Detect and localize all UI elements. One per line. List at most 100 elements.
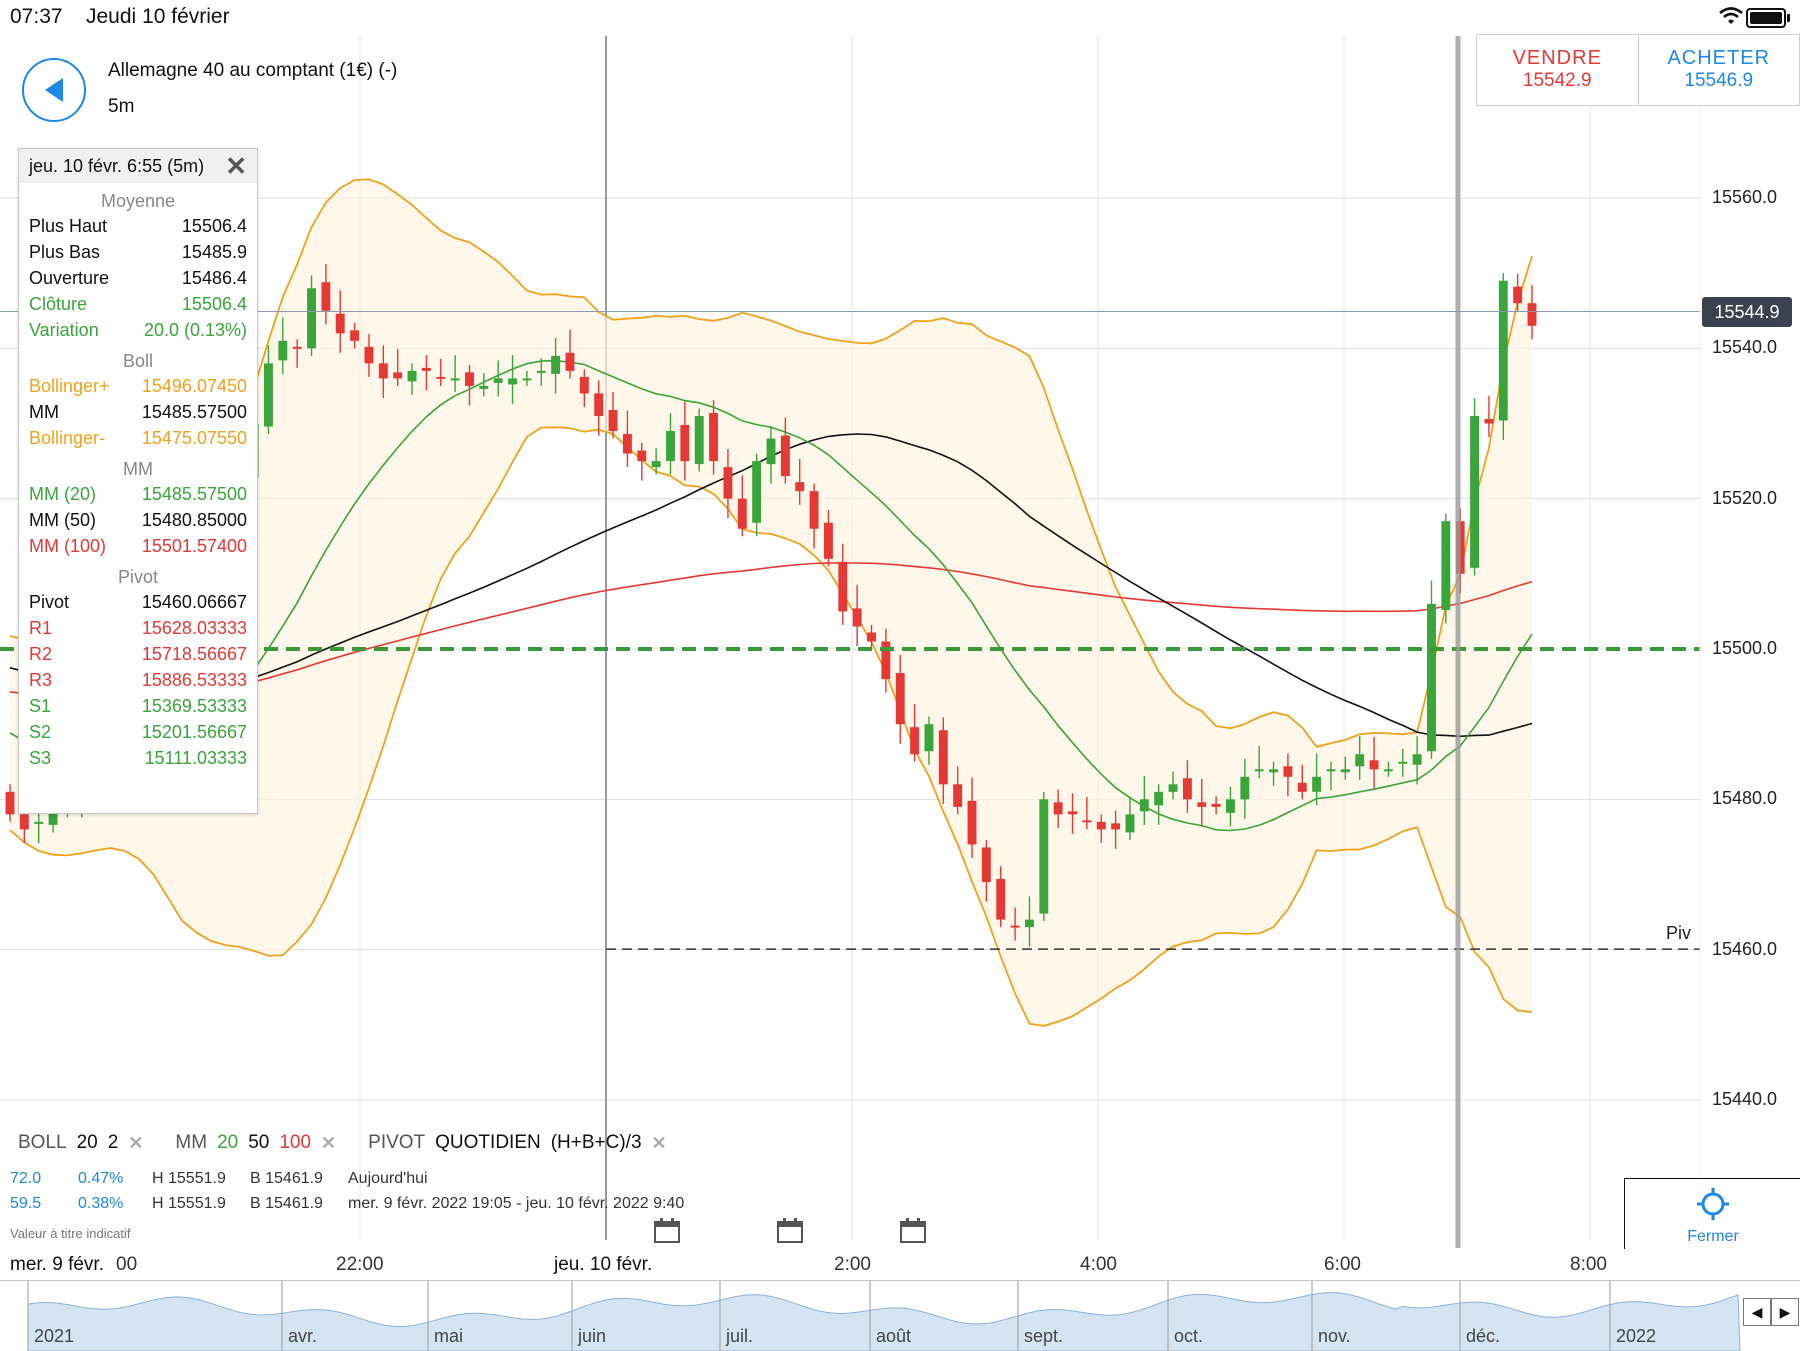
candle-body: [407, 370, 417, 382]
close-label: Fermer: [1687, 1228, 1739, 1245]
candle-body: [651, 461, 661, 468]
stat-high: H 15551.9: [152, 1195, 226, 1212]
candle-body: [1139, 799, 1149, 812]
row-value: 15201.56667: [141, 722, 247, 742]
row-label: Plus Haut: [29, 216, 108, 236]
row-label: Plus Bas: [29, 242, 101, 262]
time-label: 2:00: [834, 1254, 871, 1275]
candle-body: [465, 372, 474, 386]
candle-body: [1312, 776, 1322, 792]
candle-body: [1412, 754, 1422, 765]
tooltip-row: Plus Bas 15485.9: [19, 239, 257, 265]
timeframe-label[interactable]: 5m: [108, 96, 134, 118]
candle-body: [1197, 802, 1207, 807]
candle-body: [1154, 791, 1164, 806]
back-button[interactable]: [22, 58, 86, 122]
candle-body: [508, 378, 517, 385]
candle-body: [938, 730, 948, 785]
candle-body: [436, 376, 446, 379]
close-icon[interactable]: ✕: [225, 153, 247, 179]
navigator-month-label: 2022: [1616, 1326, 1657, 1346]
navigator-next-button[interactable]: ▶: [1771, 1298, 1799, 1326]
candle-body: [1240, 776, 1250, 800]
navigator-prev-button[interactable]: ◀: [1743, 1298, 1771, 1326]
candle-body: [1125, 814, 1135, 833]
row-value: 15485.57500: [141, 402, 247, 422]
candle-body: [493, 378, 503, 383]
tooltip-row: MM 15485.57500: [19, 399, 257, 425]
row-value: 20.0 (0.13%): [143, 320, 247, 340]
candle-body: [953, 784, 963, 807]
mm-name[interactable]: MM: [175, 1132, 207, 1154]
remove-pivot-icon[interactable]: ✕: [652, 1133, 667, 1154]
candle-body: [1383, 769, 1393, 772]
pivot-name[interactable]: PIVOT: [368, 1132, 425, 1154]
row-value: 15460.06667: [141, 592, 247, 612]
tooltip-row: Plus Haut 15506.4: [19, 213, 257, 239]
candle-body: [981, 847, 991, 883]
tooltip-header: jeu. 10 févr. 6:55 (5m) ✕: [19, 149, 257, 183]
row-value: 15485.57500: [141, 484, 247, 504]
candle-body: [967, 800, 977, 845]
disclaimer: Valeur à titre indicatif: [10, 1226, 131, 1241]
row-label: Pivot: [29, 592, 70, 612]
row-label: MM (50): [29, 510, 96, 530]
candle-body: [838, 561, 848, 612]
candle-body: [1340, 769, 1350, 773]
navigator-month-label: juin: [578, 1326, 607, 1346]
candle-body: [1470, 415, 1480, 568]
boll-name[interactable]: BOLL: [18, 1132, 67, 1154]
candle-body: [895, 673, 905, 725]
tooltip-row: MM (100) 15501.57400: [19, 533, 257, 559]
calendar-icon[interactable]: [654, 1217, 680, 1243]
instrument-title: Allemagne 40 au comptant (1€) (-): [108, 60, 398, 81]
row-value: 15111.03333: [144, 748, 247, 768]
price-chart[interactable]: [0, 0, 1800, 1280]
candle-body: [350, 330, 360, 341]
tooltip-row: S2 15201.56667: [19, 719, 257, 745]
trade-box: VENDRE 15542.9 ACHETER 15546.9: [1476, 34, 1800, 106]
calendar-icon[interactable]: [900, 1217, 926, 1243]
remove-boll-icon[interactable]: ✕: [128, 1133, 143, 1154]
price-axis-label: 15460.0: [1712, 938, 1778, 959]
stats-row-today: 72.0 0.47% H 15551.9 B 15461.9 Aujourd'h…: [10, 1170, 428, 1188]
close-crosshair-button[interactable]: Fermer: [1624, 1178, 1800, 1249]
candle-body: [1269, 769, 1278, 773]
calendar-icon[interactable]: [777, 1217, 803, 1243]
candle-body: [292, 346, 302, 349]
candle-body: [723, 467, 733, 499]
stat-low: B 15461.9: [250, 1170, 323, 1187]
section-moyenne: Moyenne: [100, 191, 176, 211]
row-value: 15501.57400: [141, 536, 247, 556]
mm-20: 20: [217, 1132, 239, 1153]
candle-body: [608, 409, 618, 432]
candle-body: [34, 821, 44, 824]
stats-row-range: 59.5 0.38% H 15551.9 B 15461.9 mer. 9 fé…: [10, 1195, 684, 1213]
price-axis-label: 15480.0: [1712, 788, 1778, 809]
buy-button[interactable]: ACHETER 15546.9: [1637, 35, 1800, 105]
candle-body: [852, 608, 862, 627]
row-label: Clôture: [29, 294, 88, 314]
stat-period: Aujourd'hui: [348, 1170, 428, 1187]
candle-body: [1182, 778, 1192, 800]
navigator-month-label: sept.: [1024, 1326, 1064, 1346]
candle-body: [1513, 286, 1523, 304]
candle-body: [278, 340, 288, 361]
section-mm: MM: [123, 459, 153, 479]
row-value: 15496.07450: [141, 376, 247, 396]
tooltip-row: Pivot 15460.06667: [19, 589, 257, 615]
sell-label: VENDRE: [1512, 47, 1602, 69]
tooltip-row: MM (50) 15480.85000: [19, 507, 257, 533]
tooltip-row: R3 15886.53333: [19, 667, 257, 693]
remove-mm-icon[interactable]: ✕: [321, 1133, 336, 1154]
tooltip-row: R2 15718.56667: [19, 641, 257, 667]
candle-body: [364, 346, 374, 364]
stat-points: 59.5: [10, 1195, 42, 1212]
row-label: R2: [29, 644, 53, 664]
row-value: 15485.9: [181, 242, 247, 262]
stat-high: H 15551.9: [152, 1170, 226, 1187]
candle-body: [1498, 280, 1508, 421]
section-boll: Boll: [122, 351, 153, 371]
sell-button[interactable]: VENDRE 15542.9: [1477, 35, 1638, 105]
candle-body: [19, 814, 29, 830]
